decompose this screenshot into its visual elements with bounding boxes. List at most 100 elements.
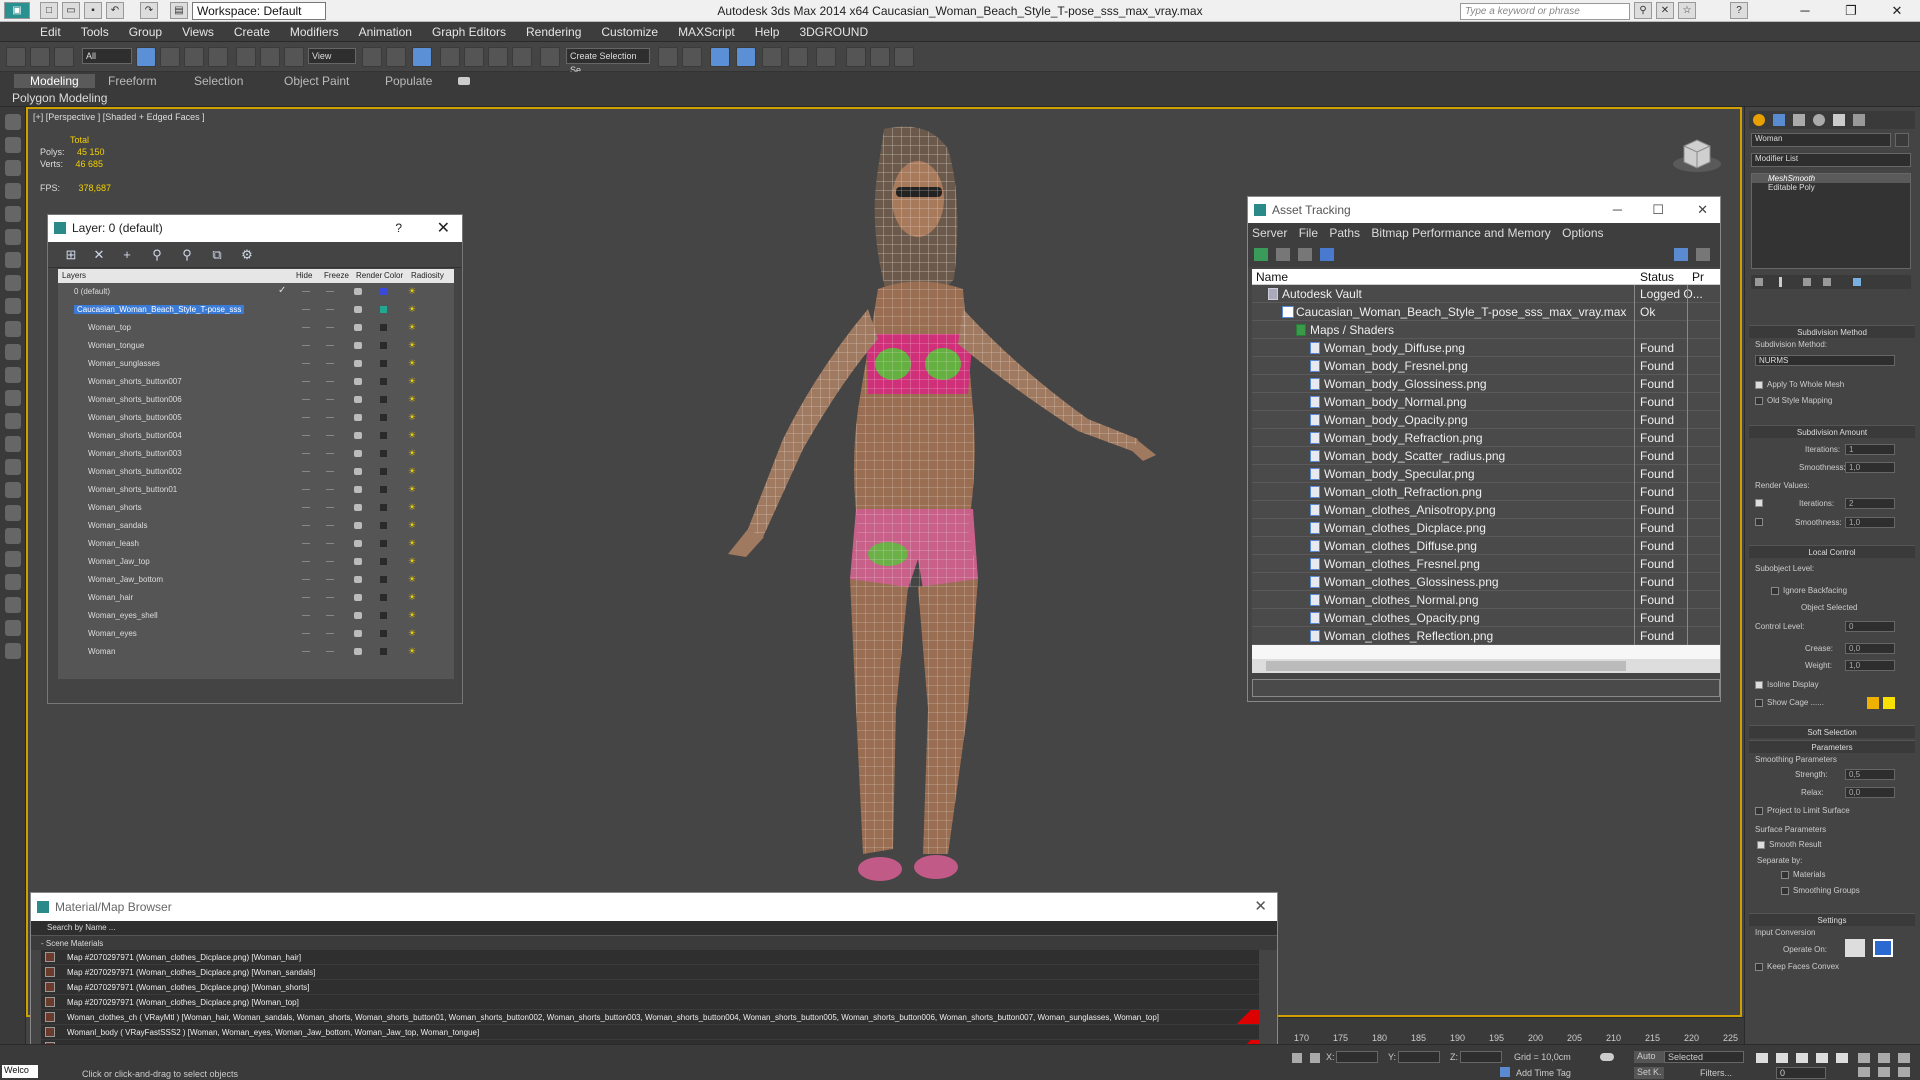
open-file-icon[interactable]: ▭ — [62, 2, 80, 19]
radiosity-icon[interactable]: ☀ — [408, 466, 417, 476]
radiosity-icon[interactable]: ☀ — [408, 538, 417, 548]
delete-layer-icon[interactable]: ✕ — [92, 248, 106, 262]
freeze-toggle[interactable] — [326, 417, 334, 418]
freeze-toggle[interactable] — [326, 579, 334, 580]
layer-name[interactable]: Woman_shorts_button01 — [88, 485, 177, 494]
control-level-spinner[interactable]: 0 — [1845, 621, 1895, 632]
binoculars-icon[interactable]: ⚲ — [1634, 2, 1652, 19]
tab-freeform[interactable]: Freeform — [108, 74, 157, 88]
layer-color-swatch[interactable] — [380, 540, 387, 547]
relax-spinner[interactable]: 0,0 — [1845, 787, 1895, 798]
layer-name[interactable]: Woman_leash — [88, 539, 139, 548]
freeze-toggle[interactable] — [326, 309, 334, 310]
edit-named-selection-icon[interactable] — [540, 47, 560, 67]
hide-all-layers-icon[interactable]: ⧉ — [210, 248, 224, 262]
material-row[interactable]: Woman_clothes_ch ( VRayMtl ) [Woman_hair… — [41, 1010, 1259, 1025]
tool-icon[interactable] — [5, 597, 21, 613]
layer-color-swatch[interactable] — [380, 378, 387, 385]
menu-animation[interactable]: Animation — [349, 22, 422, 39]
timeline-ruler[interactable]: 170 175 180 185 190 195 200 205 210 215 … — [1278, 1017, 1744, 1044]
radiosity-icon[interactable]: ☀ — [408, 484, 417, 494]
detail-view-icon[interactable] — [1298, 248, 1312, 261]
settings-icon[interactable] — [1696, 248, 1710, 261]
freeze-toggle[interactable] — [326, 561, 334, 562]
strength-spinner[interactable]: 0,5 — [1845, 769, 1895, 780]
tool-icon[interactable] — [5, 137, 21, 153]
utilities-tab-icon[interactable] — [1853, 114, 1865, 126]
render-teapot-icon[interactable] — [354, 594, 362, 601]
layer-color-swatch[interactable] — [380, 486, 387, 493]
asset-dialog-header[interactable]: Asset Tracking ─ ☐ ✕ — [1248, 197, 1720, 223]
col-render[interactable]: Render — [356, 271, 382, 280]
freeze-toggle[interactable] — [326, 381, 334, 382]
render-teapot-icon[interactable] — [354, 648, 362, 655]
auto-key-button[interactable]: Auto — [1634, 1051, 1664, 1063]
layer-name[interactable]: Woman_eyes_shell — [88, 611, 158, 620]
minimize-icon[interactable]: ─ — [1613, 197, 1622, 223]
current-layer-check-icon[interactable]: ✓ — [278, 285, 286, 296]
layer-row[interactable]: Woman_shorts_button002 ☀ — [58, 463, 454, 481]
render-teapot-icon[interactable] — [354, 288, 362, 295]
render-teapot-icon[interactable] — [354, 576, 362, 583]
tool-icon[interactable] — [5, 436, 21, 452]
smooth-result-checkbox[interactable] — [1757, 841, 1765, 849]
asset-row[interactable]: Woman_body_Scatter_radius.png Found — [1252, 447, 1720, 465]
col-hide[interactable]: Hide — [296, 271, 312, 280]
freeze-toggle[interactable] — [326, 345, 334, 346]
radiosity-icon[interactable]: ☀ — [408, 430, 417, 440]
cage-color-swatch[interactable] — [1867, 697, 1879, 709]
layer-row[interactable]: Woman_leash ☀ — [58, 535, 454, 553]
mirror-icon[interactable] — [658, 47, 678, 67]
angle-snap-icon[interactable] — [464, 47, 484, 67]
crease-spinner[interactable]: 0,0 — [1845, 643, 1895, 654]
display-tab-icon[interactable] — [1833, 114, 1845, 126]
radiosity-icon[interactable]: ☀ — [408, 448, 417, 458]
layer-row[interactable]: Woman_shorts_button003 ☀ — [58, 445, 454, 463]
asset-row[interactable]: Woman_clothes_Dicplace.png Found — [1252, 519, 1720, 537]
render-teapot-icon[interactable] — [354, 324, 362, 331]
render-teapot-icon[interactable] — [354, 468, 362, 475]
keyword-search-input[interactable]: Type a keyword or phrase — [1460, 3, 1630, 20]
select-manipulate-icon[interactable] — [386, 47, 406, 67]
maxscript-listener[interactable]: Welco — [2, 1065, 38, 1078]
select-object-icon[interactable] — [136, 47, 156, 67]
freeze-toggle[interactable] — [326, 543, 334, 544]
layer-color-swatch[interactable] — [380, 414, 387, 421]
freeze-toggle[interactable] — [326, 435, 334, 436]
scrollbar-thumb[interactable] — [1266, 661, 1626, 671]
menu-help[interactable]: Help — [745, 22, 790, 39]
asset-menu-bitmap-performance[interactable]: Bitmap Performance and Memory — [1367, 223, 1554, 240]
list-view-icon[interactable] — [1276, 248, 1290, 261]
hide-toggle[interactable] — [302, 579, 310, 580]
configure-modifier-sets-icon[interactable] — [1853, 278, 1861, 286]
table-view-icon[interactable] — [1320, 248, 1334, 261]
scale-icon[interactable] — [284, 47, 304, 67]
render-iterations-spinner[interactable]: 2 — [1845, 498, 1895, 509]
project-folder-icon[interactable]: ▤ — [170, 2, 188, 19]
layer-row[interactable]: Woman_shorts_button01 ☀ — [58, 481, 454, 499]
col-name[interactable]: Name — [1256, 270, 1288, 284]
render-iterations-checkbox[interactable] — [1755, 499, 1763, 507]
tool-icon[interactable] — [5, 114, 21, 130]
layer-row[interactable]: Woman_shorts_button007 ☀ — [58, 373, 454, 391]
render-teapot-icon[interactable] — [354, 504, 362, 511]
hide-toggle[interactable] — [302, 327, 310, 328]
layer-color-swatch[interactable] — [380, 342, 387, 349]
asset-menu-options[interactable]: Options — [1558, 223, 1607, 240]
hide-toggle[interactable] — [302, 453, 310, 454]
render-setup-icon[interactable] — [846, 47, 866, 67]
close-icon[interactable]: ✕ — [1697, 197, 1708, 223]
freeze-toggle[interactable] — [326, 471, 334, 472]
layer-name[interactable]: Woman_shorts_button005 — [88, 413, 182, 422]
asset-row[interactable]: Woman_clothes_Reflection.png Found — [1252, 627, 1720, 645]
zoom-all-icon[interactable] — [1878, 1053, 1890, 1063]
asset-row[interactable]: Woman_body_Refraction.png Found — [1252, 429, 1720, 447]
material-row[interactable]: Map #2070297971 (Woman_clothes_Dicplace.… — [41, 950, 1259, 965]
freeze-toggle[interactable] — [326, 615, 334, 616]
col-layers[interactable]: Layers — [62, 271, 86, 280]
asset-row[interactable]: Woman_clothes_Normal.png Found — [1252, 591, 1720, 609]
layer-color-swatch[interactable] — [380, 288, 387, 295]
add-to-layer-icon[interactable]: + — [120, 248, 134, 262]
radiosity-icon[interactable]: ☀ — [408, 610, 417, 620]
menu-customize[interactable]: Customize — [591, 22, 668, 39]
